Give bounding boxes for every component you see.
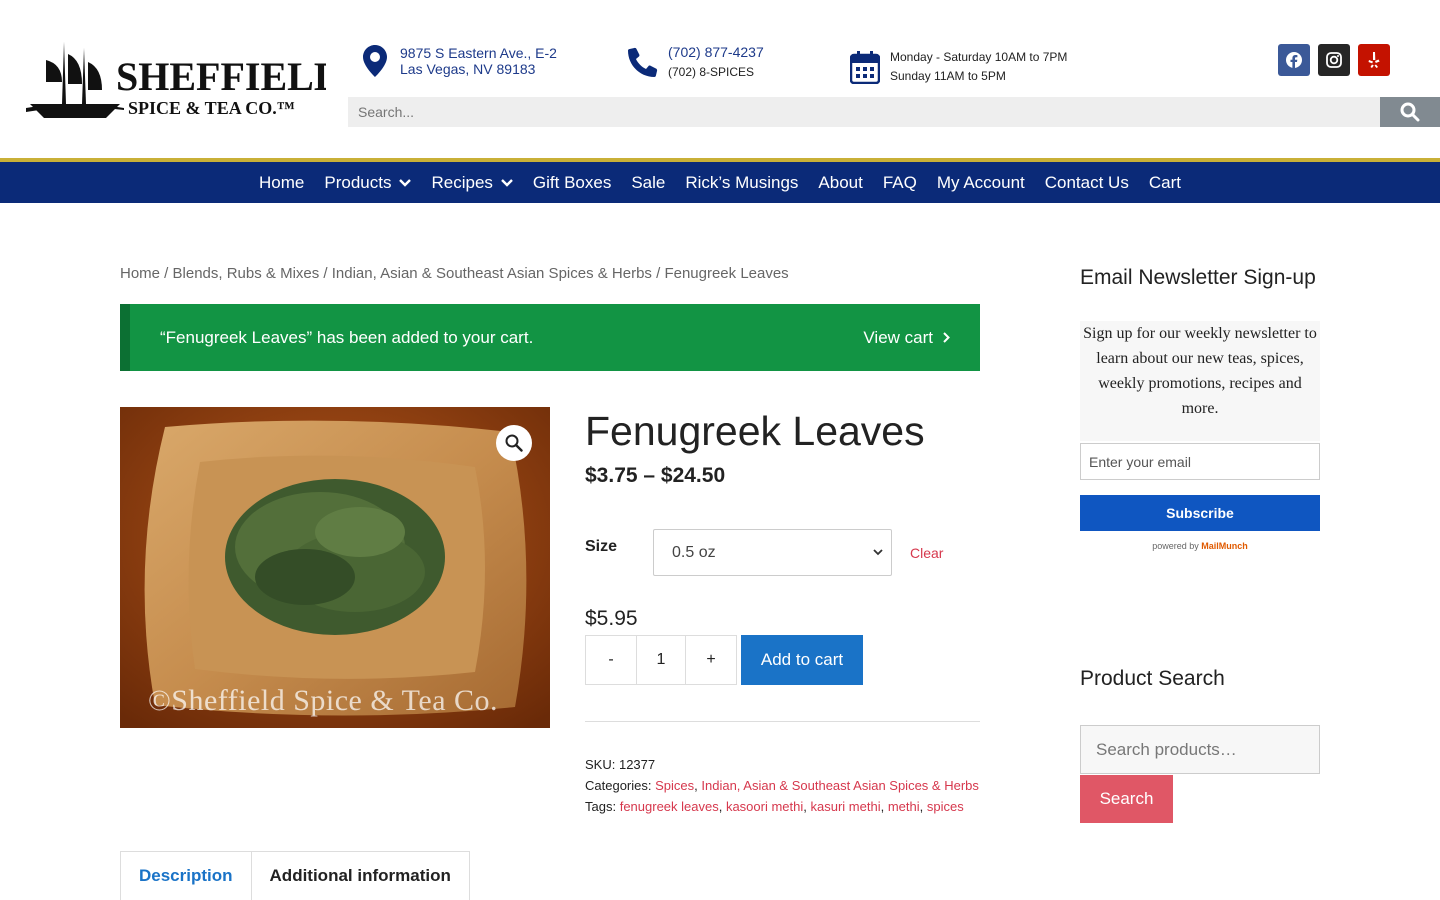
address-line-2: Las Vegas, NV 89183 xyxy=(400,61,536,77)
nav-item-home[interactable]: Home xyxy=(249,173,314,193)
newsletter-email-input[interactable]: Enter your email xyxy=(1080,443,1320,480)
chevron-down-icon xyxy=(399,178,412,187)
nav-item-my-account[interactable]: My Account xyxy=(927,173,1035,193)
header-search-input[interactable] xyxy=(348,97,1380,127)
nav-item-recipes[interactable]: Recipes xyxy=(421,173,522,193)
store-phone[interactable]: (702) 877-4237 (702) 8-SPICES xyxy=(628,44,764,80)
site-header: SHEFFIELD SPICE & TEA CO.™ 9875 S Easter… xyxy=(0,0,1440,160)
calendar-icon xyxy=(850,50,880,84)
product-image[interactable]: ©Sheffield Spice & Tea Co. xyxy=(120,407,550,728)
social-links xyxy=(1278,44,1390,76)
nav-item-about[interactable]: About xyxy=(808,173,872,193)
qty-plus-button[interactable]: + xyxy=(686,636,736,684)
product-search-input[interactable]: Search products… xyxy=(1080,725,1320,774)
divider xyxy=(585,721,980,722)
product-search-button[interactable]: Search xyxy=(1080,775,1173,823)
sku-value: 12377 xyxy=(618,757,656,772)
svg-text:SHEFFIELD: SHEFFIELD xyxy=(116,54,326,99)
subscribe-button[interactable]: Subscribe xyxy=(1080,495,1320,531)
add-to-cart-button[interactable]: Add to cart xyxy=(741,635,863,685)
variation-price: $5.95 xyxy=(585,607,638,630)
size-select[interactable]: 0.5 oz xyxy=(653,529,892,576)
header-search xyxy=(348,97,1440,127)
tag-link[interactable]: spices xyxy=(927,799,964,814)
address-line-1: 9875 S Eastern Ave., E-2 xyxy=(400,45,557,61)
store-hours: Monday - Saturday 10AM to 7PM Sunday 11A… xyxy=(850,48,1067,86)
size-row: Size 0.5 oz Clear xyxy=(585,529,943,576)
tag-link[interactable]: methi xyxy=(888,799,920,814)
product-meta: SKU: 12377 Categories: Spices, Indian, A… xyxy=(585,754,979,817)
size-selected-value: 0.5 oz xyxy=(672,543,716,561)
nav-item-ricks-musings[interactable]: Rick’s Musings xyxy=(675,173,808,193)
yelp-icon[interactable] xyxy=(1358,44,1390,76)
product-photo xyxy=(120,407,550,728)
tags-row: Tags: fenugreek leaves, kasoori methi, k… xyxy=(585,799,964,814)
facebook-icon[interactable] xyxy=(1278,44,1310,76)
nav-item-gift-boxes[interactable]: Gift Boxes xyxy=(523,173,621,193)
magnifier-icon xyxy=(505,434,523,452)
hours-sunday: Sunday 11AM to 5PM xyxy=(890,69,1006,83)
tag-link[interactable]: kasoori methi xyxy=(726,799,803,814)
cart-notice-message: “Fenugreek Leaves” has been added to you… xyxy=(160,327,534,347)
mailmunch-brand: MailMunch xyxy=(1201,541,1248,551)
zoom-button[interactable] xyxy=(496,425,532,461)
product-search-title: Product Search xyxy=(1080,667,1225,690)
svg-text:SPICE & TEA CO.™: SPICE & TEA CO.™ xyxy=(128,98,295,118)
phone-icon xyxy=(628,45,658,79)
phone-number-2: (702) 8-SPICES xyxy=(668,65,755,79)
nav-item-faq[interactable]: FAQ xyxy=(873,173,927,193)
nav-item-sale[interactable]: Sale xyxy=(621,173,675,193)
quantity-stepper: - 1 + xyxy=(585,635,737,685)
clear-link[interactable]: Clear xyxy=(910,545,943,561)
tag-link[interactable]: kasuri methi xyxy=(811,799,881,814)
chevron-right-icon xyxy=(943,332,950,343)
header-search-button[interactable] xyxy=(1380,97,1440,127)
search-icon xyxy=(1400,102,1420,122)
sheffield-logo[interactable]: SHEFFIELD SPICE & TEA CO.™ xyxy=(24,38,326,122)
map-pin-icon xyxy=(360,44,390,78)
instagram-icon[interactable] xyxy=(1318,44,1350,76)
tag-link[interactable]: fenugreek leaves xyxy=(620,799,719,814)
phone-number-1: (702) 877-4237 xyxy=(668,44,764,60)
powered-by[interactable]: powered by MailMunch xyxy=(1080,541,1320,551)
newsletter-title: Email Newsletter Sign-up xyxy=(1080,266,1316,289)
chevron-down-icon xyxy=(873,549,883,556)
sku-row: SKU: 12377 xyxy=(585,757,656,772)
product-summary: Fenugreek Leaves $3.75 – $24.50 Size 0.5… xyxy=(585,407,980,814)
image-watermark: ©Sheffield Spice & Tea Co. xyxy=(148,684,499,717)
product-tabs: Description Additional information xyxy=(120,851,470,900)
nav-item-products[interactable]: Products xyxy=(314,173,421,193)
breadcrumb[interactable]: Home / Blends, Rubs & Mixes / Indian, As… xyxy=(120,265,789,282)
categories-row: Categories: Spices, Indian, Asian & Sout… xyxy=(585,778,979,793)
chevron-down-icon xyxy=(501,178,513,187)
store-address[interactable]: 9875 S Eastern Ave., E-2 Las Vegas, NV 8… xyxy=(360,44,557,78)
category-link[interactable]: Indian, Asian & Southeast Asian Spices &… xyxy=(701,778,979,793)
product-title: Fenugreek Leaves xyxy=(585,408,925,454)
cart-notice: “Fenugreek Leaves” has been added to you… xyxy=(120,304,980,371)
nav-item-contact-us[interactable]: Contact Us xyxy=(1035,173,1139,193)
size-label: Size xyxy=(585,537,618,555)
qty-input[interactable]: 1 xyxy=(636,636,686,684)
tab-additional-information[interactable]: Additional information xyxy=(250,852,469,900)
price-range: $3.75 – $24.50 xyxy=(585,464,726,487)
main-nav: Home Products Recipes Gift Boxes Sale Ri… xyxy=(0,162,1440,203)
nav-item-cart[interactable]: Cart xyxy=(1139,173,1191,193)
add-to-cart-row: - 1 + Add to cart xyxy=(585,635,863,685)
qty-minus-button[interactable]: - xyxy=(586,636,636,684)
tab-description[interactable]: Description xyxy=(121,852,251,900)
category-link[interactable]: Spices xyxy=(655,778,694,793)
view-cart-link[interactable]: View cart xyxy=(863,328,950,348)
hours-weekday: Monday - Saturday 10AM to 7PM xyxy=(890,50,1068,64)
newsletter-text: Sign up for our weekly newsletter to lea… xyxy=(1080,321,1320,441)
